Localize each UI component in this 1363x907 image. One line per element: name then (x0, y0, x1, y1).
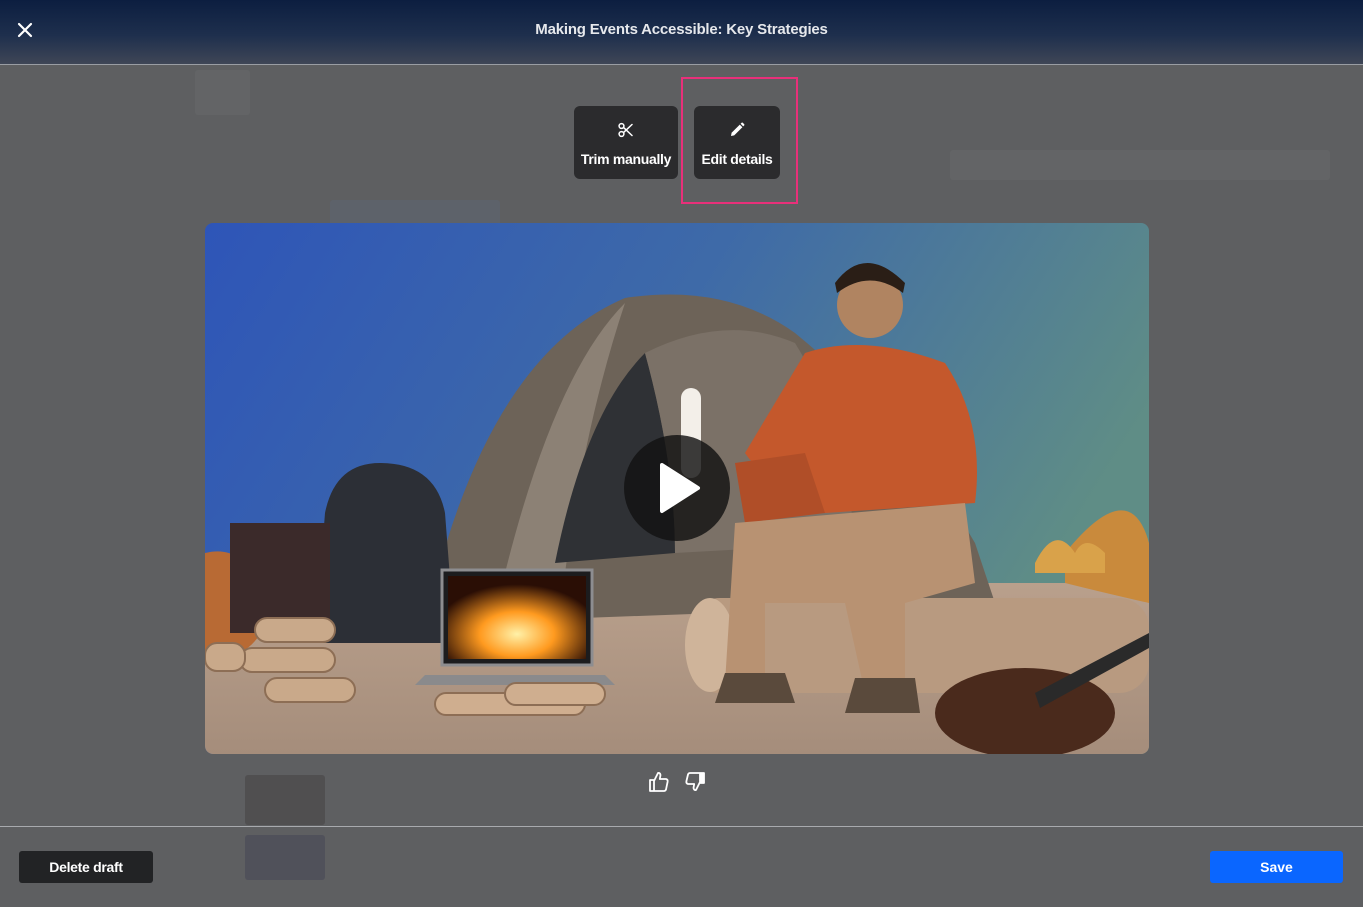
trim-manually-button[interactable]: Trim manually (574, 106, 678, 179)
thumbs-down-icon (685, 772, 705, 791)
modal-header: Making Events Accessible: Key Strategies (0, 0, 1363, 65)
play-button[interactable] (624, 435, 730, 541)
thumbs-up-button[interactable] (647, 770, 671, 794)
play-icon (660, 463, 700, 513)
scissors-icon (618, 122, 633, 138)
trim-manually-label: Trim manually (580, 151, 672, 167)
modal-title: Making Events Accessible: Key Strategies (535, 21, 828, 38)
thumbs-up-icon (649, 772, 669, 792)
background-app-ghost (245, 775, 325, 825)
background-app-ghost (195, 70, 250, 115)
save-button[interactable]: Save (1210, 851, 1343, 883)
background-app-ghost (245, 835, 325, 880)
delete-draft-button[interactable]: Delete draft (19, 851, 153, 883)
thumbs-down-button[interactable] (683, 770, 707, 794)
video-player[interactable] (205, 223, 1149, 754)
background-app-ghost (950, 150, 1330, 180)
edit-details-highlight (681, 77, 798, 204)
footer-divider (0, 826, 1363, 827)
